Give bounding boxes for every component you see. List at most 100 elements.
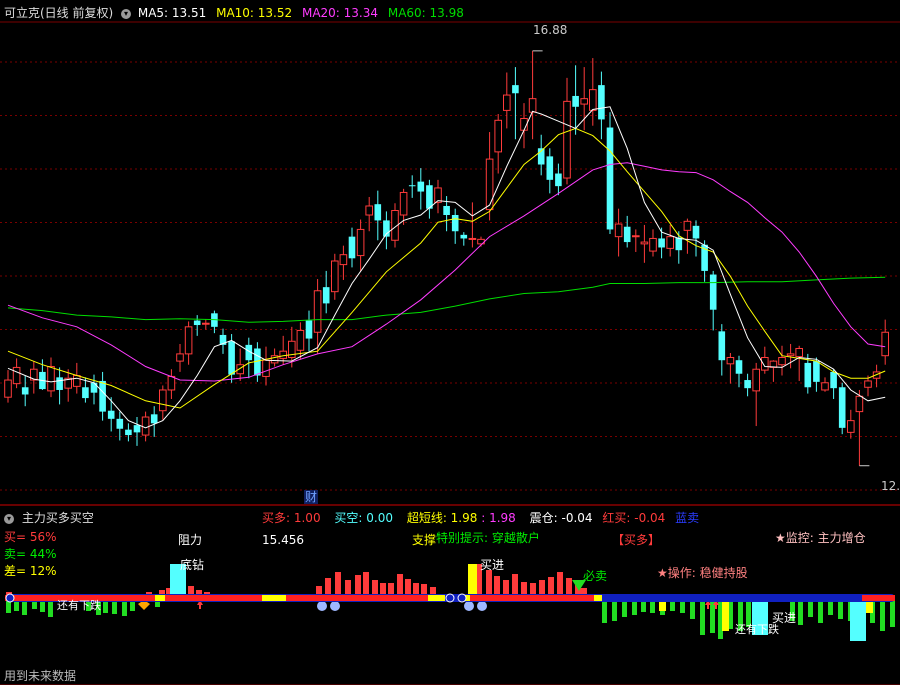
- sell-bar: [6, 601, 11, 613]
- candle-body: [640, 241, 649, 245]
- sell-bar: [22, 601, 27, 615]
- diff-percent: 差= 12%: [4, 564, 57, 578]
- candle-body: [864, 380, 872, 388]
- candle-body: [399, 191, 408, 216]
- sell-signal: 必卖: [583, 569, 608, 583]
- candle-body: [460, 234, 468, 239]
- super-short-value-2: : 1.98: [481, 511, 516, 525]
- band-node: [457, 593, 467, 603]
- sell-bar: [602, 601, 607, 623]
- candle-body: [598, 85, 605, 120]
- band-yellow: [262, 595, 286, 601]
- candle-body: [313, 290, 322, 333]
- candle-body: [503, 94, 511, 111]
- candle-body: [159, 389, 167, 412]
- sell-bar: [880, 601, 885, 631]
- cai-badge[interactable]: 财: [304, 490, 319, 504]
- indicator-dropdown-icon[interactable]: ▾: [4, 513, 14, 524]
- candle-body: [718, 331, 726, 361]
- candle-body: [176, 353, 184, 362]
- candle-body: [443, 205, 450, 216]
- candle-series: [4, 50, 890, 466]
- fall-signal-1: 还有下跌: [57, 599, 101, 612]
- candle-body: [744, 380, 751, 389]
- candle-body: [692, 225, 700, 239]
- candle-body: [167, 375, 176, 391]
- buy-signal-2: 买进: [772, 611, 797, 625]
- band-red: [862, 595, 895, 601]
- indicator-band: [5, 593, 895, 603]
- candle-body: [56, 377, 63, 390]
- candle-body: [494, 119, 502, 153]
- sell-bar: [14, 601, 19, 611]
- candle-body: [632, 235, 640, 238]
- candle-body: [150, 414, 158, 424]
- candle-body: [141, 416, 150, 436]
- buy-bar: [486, 570, 492, 598]
- chart-header: 可立克(日线 前复权) ▾ MA5: 13.51 MA10: 13.52 MA2…: [4, 4, 464, 20]
- candle-body: [331, 260, 339, 293]
- candle-body: [658, 238, 665, 248]
- sell-bar: [622, 601, 627, 617]
- sell-bar: [700, 601, 705, 635]
- sell-bar: [130, 601, 135, 611]
- buy-more-tag: 【买多】: [612, 533, 661, 547]
- low-price-label: 12.: [881, 479, 900, 493]
- fall-signal-2: 还有下跌: [735, 623, 779, 636]
- buy-empty-value: 买空: 0.00: [334, 511, 393, 525]
- candle-body: [512, 85, 519, 94]
- candle-body: [589, 89, 597, 111]
- signal-bar: [659, 601, 666, 611]
- candle-body: [305, 320, 313, 339]
- candle-body: [804, 362, 812, 388]
- buy-percent: 买= 56%: [4, 530, 57, 544]
- ma20-label: MA20: 13.34: [301, 6, 379, 20]
- indicator-title[interactable]: 主力买多买空: [22, 511, 94, 525]
- candle-body: [572, 95, 579, 107]
- stock-title[interactable]: 可立克(日线 前复权): [4, 6, 113, 20]
- band-node: [5, 593, 15, 603]
- indicator-header: ▾ 主力买多买空: [4, 509, 94, 525]
- ma10-line: [7, 127, 886, 409]
- sell-bar: [40, 601, 45, 612]
- monitor-text: ★监控: 主力增仓: [775, 531, 866, 545]
- candle-body: [563, 100, 571, 179]
- sell-bar: [641, 601, 646, 612]
- candle-body: [821, 382, 829, 391]
- sell-percent: 卖= 44%: [4, 547, 57, 561]
- candle-body: [485, 158, 494, 211]
- candle-body: [675, 237, 683, 251]
- buy-signal-1: 买进: [480, 558, 505, 572]
- candle-body: [73, 375, 81, 387]
- face-icon: [330, 601, 340, 611]
- resistance-label: 阻力: [178, 533, 203, 547]
- dip-signal: 底钻: [180, 558, 205, 572]
- sell-bar: [828, 601, 833, 615]
- signal-bar: [468, 564, 477, 596]
- candle-body: [12, 366, 21, 385]
- signal-bar: [722, 601, 729, 631]
- sell-bar: [650, 601, 655, 613]
- sell-bar: [838, 601, 843, 619]
- candle-body: [451, 215, 459, 232]
- sell-bar: [690, 601, 695, 619]
- candle-body: [528, 98, 537, 113]
- candle-body: [614, 223, 623, 238]
- settings-dropdown-icon[interactable]: ▾: [121, 8, 132, 19]
- candle-body: [546, 156, 554, 180]
- candle-body: [21, 387, 29, 395]
- super-short-value: 超短线: 1.98: [406, 511, 478, 525]
- band-red: [300, 595, 445, 601]
- candle-body: [726, 357, 735, 365]
- candle-body: [374, 204, 382, 221]
- candle-body: [356, 228, 365, 257]
- candle-body: [786, 353, 795, 357]
- candle-body: [262, 359, 270, 377]
- candle-body: [426, 185, 433, 209]
- candle-body: [813, 361, 820, 382]
- face-icon: [317, 601, 327, 611]
- ma5-label: MA5: 13.51: [137, 6, 207, 20]
- candle-body: [649, 237, 657, 252]
- sell-bar: [32, 601, 37, 609]
- candle-body: [666, 236, 675, 249]
